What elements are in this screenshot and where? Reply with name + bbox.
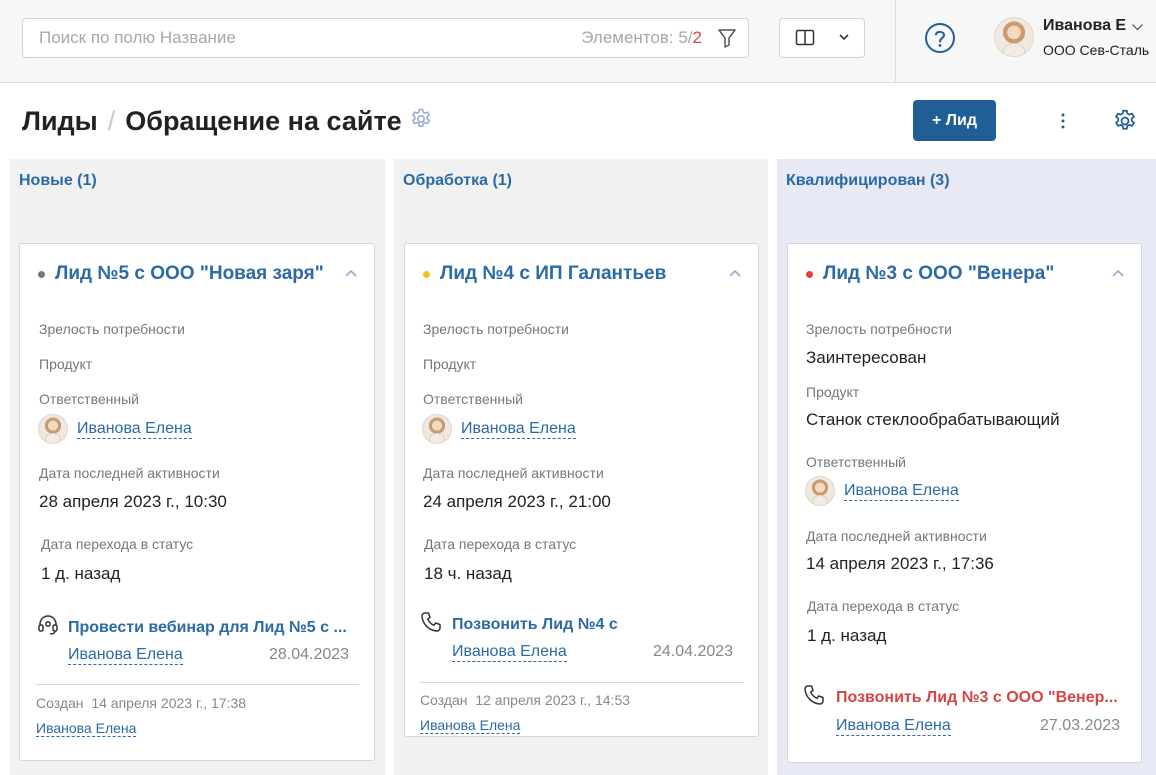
label-responsible: Ответственный — [806, 454, 906, 470]
lead-card[interactable]: Лид №3 с ООО "Венера" Зрелость потребнос… — [787, 243, 1142, 763]
user-avatar[interactable] — [994, 17, 1034, 57]
card-title[interactable]: Лид №5 с ООО "Новая заря" — [55, 263, 324, 285]
lead-card[interactable]: Лид №4 с ИП Галантьев Зрелость потребнос… — [404, 243, 759, 737]
page-title: Обращение на сайте — [125, 105, 402, 136]
status-change-value: 1 д. назад — [807, 626, 887, 645]
responsible-person: Иванова Елена — [422, 414, 576, 444]
element-count: Элементов: 5/2 — [581, 28, 702, 47]
columns-view-icon — [795, 29, 815, 46]
chevron-up-icon[interactable] — [1111, 268, 1125, 278]
chevron-up-icon[interactable] — [344, 268, 358, 278]
label-responsible: Ответственный — [423, 391, 523, 407]
label-status-change: Дата перехода в статус — [807, 598, 960, 614]
status-change-value: 1 д. назад — [41, 564, 121, 583]
task-due-date: 24.04.2023 — [653, 643, 734, 660]
gear-icon[interactable] — [409, 107, 433, 131]
card-title[interactable]: Лид №3 с ООО "Венера" — [823, 263, 1054, 285]
view-switcher-button[interactable] — [779, 18, 865, 58]
status-change-value: 18 ч. назад — [424, 564, 512, 583]
search-input[interactable] — [23, 19, 543, 57]
card-title[interactable]: Лид №4 с ИП Галантьев — [440, 263, 666, 285]
phone-icon — [804, 685, 824, 705]
label-status-change: Дата перехода в статус — [424, 536, 577, 552]
responsible-link[interactable]: Иванова Елена — [77, 420, 192, 439]
divider — [36, 684, 359, 685]
breadcrumb: Лиды / Обращение на сайте — [22, 104, 433, 138]
settings-gear-icon[interactable] — [1112, 108, 1138, 134]
column-title: Квалифицирован (3) — [786, 172, 950, 189]
created-info: Создан 12 апреля 2023 г., 14:53 — [420, 692, 631, 708]
label-product: Продукт — [806, 384, 860, 400]
task-responsible-link[interactable]: Иванова Елена — [452, 643, 567, 662]
label-status-change: Дата перехода в статус — [41, 536, 194, 552]
column-title: Обработка (1) — [403, 172, 512, 189]
label-maturity: Зрелость потребности — [39, 321, 185, 337]
divider — [895, 0, 896, 83]
user-company: ООО Сев-Сталь — [1043, 42, 1150, 58]
label-maturity: Зрелость потребности — [423, 321, 569, 337]
lead-card[interactable]: Лид №5 с ООО "Новая заря" Зрелость потре… — [19, 243, 375, 761]
avatar — [805, 476, 835, 506]
user-name[interactable]: Иванова Е — [1043, 17, 1126, 35]
task-title[interactable]: Позвонить Лид №4 с — [452, 616, 747, 634]
created-by-link[interactable]: Иванова Елена — [420, 717, 521, 734]
responsible-person: Иванова Елена — [805, 476, 959, 506]
webinar-headset-icon — [38, 615, 58, 635]
breadcrumb-separator: / — [107, 105, 116, 136]
chevron-down-icon[interactable] — [1131, 22, 1144, 32]
search-box: Элементов: 5/2 — [22, 18, 749, 58]
help-icon[interactable] — [924, 22, 956, 54]
breadcrumb-section[interactable]: Лиды — [22, 106, 98, 137]
label-product: Продукт — [39, 356, 93, 372]
avatar — [38, 414, 68, 444]
chevron-down-icon — [839, 34, 849, 41]
more-options-icon[interactable] — [1053, 111, 1073, 131]
created-by-link[interactable]: Иванова Елена — [36, 720, 137, 737]
last-activity-value: 14 апреля 2023 г., 17:36 — [806, 554, 994, 573]
chevron-up-icon[interactable] — [728, 268, 742, 278]
responsible-link[interactable]: Иванова Елена — [461, 420, 576, 439]
label-responsible: Ответственный — [39, 391, 139, 407]
product-value: Станок стеклообрабатывающий — [806, 410, 1060, 429]
kanban-column-qualified: Квалифицирован (3) Лид №3 с ООО "Венера"… — [777, 159, 1156, 775]
responsible-person: Иванова Елена — [38, 414, 192, 444]
task-responsible-link[interactable]: Иванова Елена — [68, 646, 183, 665]
avatar — [422, 414, 452, 444]
label-last-activity: Дата последней активности — [806, 528, 987, 544]
top-bar: Элементов: 5/2 Иванова Е ООО Сев-Сталь — [0, 0, 1156, 83]
status-dot — [38, 271, 45, 278]
add-lead-button[interactable]: + Лид — [913, 100, 996, 141]
maturity-value: Заинтересован — [806, 348, 927, 367]
last-activity-value: 24 апреля 2023 г., 21:00 — [423, 492, 611, 511]
column-title: Новые (1) — [19, 172, 97, 189]
created-info: Создан 14 апреля 2023 г., 17:38 — [36, 695, 247, 711]
responsible-link[interactable]: Иванова Елена — [844, 482, 959, 501]
label-maturity: Зрелость потребности — [806, 321, 952, 337]
filter-icon[interactable] — [716, 27, 738, 49]
phone-icon — [421, 612, 441, 632]
status-dot — [806, 271, 813, 278]
label-last-activity: Дата последней активности — [423, 465, 604, 481]
status-dot — [423, 271, 430, 278]
task-title[interactable]: Провести вебинар для Лид №5 с ... — [68, 619, 363, 637]
kanban-column-processing: Обработка (1) Лид №4 с ИП Галантьев Зрел… — [394, 159, 768, 775]
label-product: Продукт — [423, 356, 477, 372]
last-activity-value: 28 апреля 2023 г., 10:30 — [39, 492, 227, 511]
task-due-date: 28.04.2023 — [269, 646, 350, 663]
divider — [420, 682, 744, 683]
label-last-activity: Дата последней активности — [39, 465, 220, 481]
kanban-column-new: Новые (1) Лид №5 с ООО "Новая заря" Зрел… — [10, 159, 385, 775]
task-title-overdue[interactable]: Позвонить Лид №3 с ООО "Венер... — [836, 689, 1129, 707]
task-due-date: 27.03.2023 — [1040, 717, 1121, 734]
task-responsible-link[interactable]: Иванова Елена — [836, 717, 951, 736]
